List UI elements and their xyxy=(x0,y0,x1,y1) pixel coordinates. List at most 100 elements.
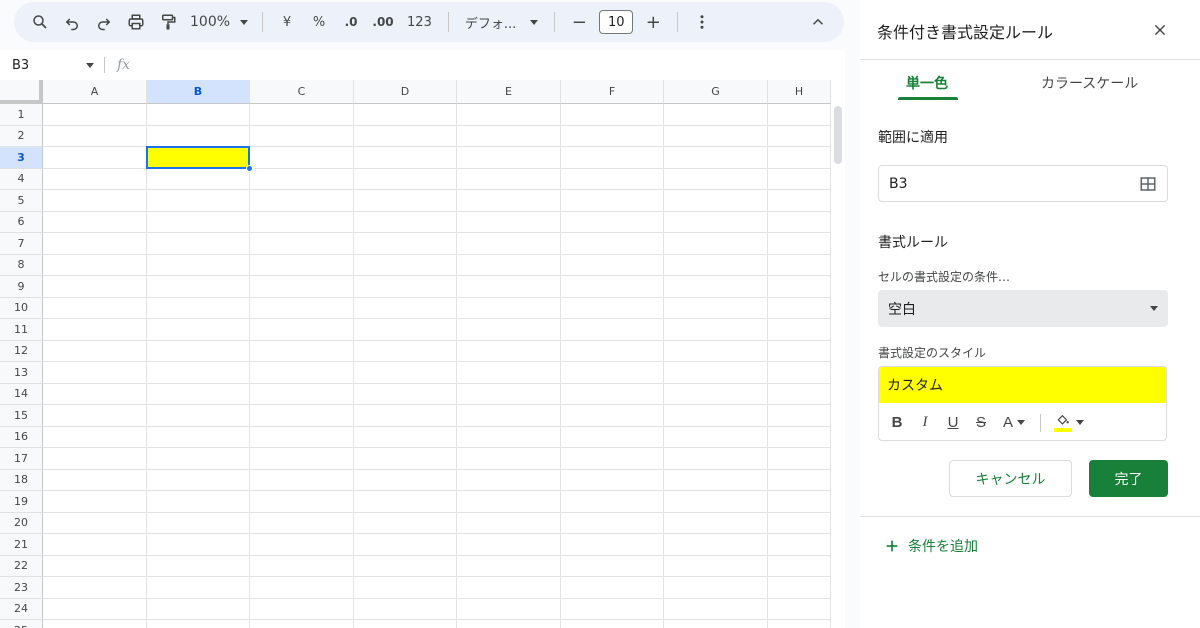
row-gridline xyxy=(43,382,831,384)
row-header-12[interactable]: 12 xyxy=(0,340,43,362)
chevron-down-icon xyxy=(240,19,249,25)
row-gridline xyxy=(43,361,831,362)
style-preview[interactable]: カスタム xyxy=(879,367,1166,403)
row-header-17[interactable]: 17 xyxy=(0,448,43,470)
text-color-button[interactable]: A xyxy=(999,411,1029,435)
row-header-11[interactable]: 11 xyxy=(0,319,43,341)
row-header-14[interactable]: 14 xyxy=(0,383,43,405)
cancel-button[interactable]: キャンセル xyxy=(949,460,1072,497)
undo-icon[interactable] xyxy=(56,6,88,38)
row-header-21[interactable]: 21 xyxy=(0,534,43,556)
row-header-9[interactable]: 9 xyxy=(0,276,43,298)
row-header-18[interactable]: 18 xyxy=(0,469,43,491)
column-gridline xyxy=(249,104,250,628)
vertical-scrollbar[interactable] xyxy=(834,106,842,164)
collapse-toolbar-icon[interactable] xyxy=(802,6,834,38)
search-icon[interactable] xyxy=(24,6,56,38)
column-header-c[interactable]: C xyxy=(250,80,354,104)
row-gridline xyxy=(43,124,831,126)
column-header-g[interactable]: G xyxy=(664,80,768,104)
spreadsheet-grid[interactable]: A B C D E F G H 1 2 3 4 5 6 7 8 9 10 11 12 13 14 15 16 17 18 19 20 2… xyxy=(0,80,845,628)
decrease-decimal-button[interactable]: .0 xyxy=(335,6,367,38)
fill-handle[interactable] xyxy=(246,164,253,172)
formula-bar: B3 fx xyxy=(0,50,845,80)
tab-single-color[interactable]: 単一色 xyxy=(906,73,948,93)
row-header-7[interactable]: 7 xyxy=(0,233,43,255)
panel-divider xyxy=(860,516,1200,517)
row-gridline xyxy=(43,296,831,298)
percent-button[interactable]: % xyxy=(303,6,335,38)
redo-icon[interactable] xyxy=(88,6,120,38)
column-gridline xyxy=(767,104,768,628)
column-header-f[interactable]: F xyxy=(561,80,664,104)
close-icon[interactable] xyxy=(1149,19,1171,41)
number-format-button[interactable]: 123 xyxy=(399,15,440,30)
condition-label: セルの書式設定の条件… xyxy=(878,270,1011,284)
done-button[interactable]: 完了 xyxy=(1089,460,1168,497)
row-gridline xyxy=(43,210,831,212)
format-style-box: カスタム B I U S A xyxy=(878,366,1167,441)
row-header-13[interactable]: 13 xyxy=(0,362,43,384)
add-rule-button[interactable]: 条件を追加 xyxy=(884,536,978,556)
row-header-16[interactable]: 16 xyxy=(0,426,43,448)
column-header-a[interactable]: A xyxy=(43,80,147,104)
chevron-down-icon xyxy=(1017,420,1025,425)
bold-button[interactable]: B xyxy=(887,411,907,435)
formula-bar-divider xyxy=(104,57,105,73)
column-header-e[interactable]: E xyxy=(457,80,561,104)
row-header-23[interactable]: 23 xyxy=(0,577,43,599)
font-size-decrease-button[interactable]: − xyxy=(563,6,595,38)
row-header-15[interactable]: 15 xyxy=(0,405,43,427)
column-header-h[interactable]: H xyxy=(768,80,831,104)
active-tab-indicator xyxy=(898,97,958,100)
font-select[interactable]: デフォ... xyxy=(457,13,546,32)
font-size-input[interactable]: 10 xyxy=(599,10,634,34)
paint-format-icon[interactable] xyxy=(152,6,184,38)
row-header-24[interactable]: 24 xyxy=(0,598,43,620)
increase-decimal-button[interactable]: .00 xyxy=(367,6,399,38)
row-header-6[interactable]: 6 xyxy=(0,211,43,233)
zoom-select[interactable]: 100% xyxy=(184,14,254,30)
column-gridline xyxy=(146,104,147,628)
row-header-1[interactable]: 1 xyxy=(0,104,43,126)
selected-cell[interactable] xyxy=(146,146,250,169)
row-header-2[interactable]: 2 xyxy=(0,125,43,147)
name-box[interactable]: B3 xyxy=(0,50,104,80)
font-value: デフォ... xyxy=(464,16,517,32)
select-all-corner[interactable] xyxy=(0,80,43,104)
underline-button[interactable]: U xyxy=(943,411,963,435)
row-header-25[interactable]: 25 xyxy=(0,620,43,628)
row-header-4[interactable]: 4 xyxy=(0,168,43,190)
row-header-3[interactable]: 3 xyxy=(0,147,43,169)
row-header-20[interactable]: 20 xyxy=(0,512,43,534)
row-header-8[interactable]: 8 xyxy=(0,254,43,276)
row-gridline xyxy=(43,189,831,190)
font-size-increase-button[interactable]: + xyxy=(637,6,669,38)
row-header-5[interactable]: 5 xyxy=(0,190,43,212)
column-gridline xyxy=(830,104,831,628)
fill-color-button[interactable] xyxy=(1052,411,1086,435)
column-header-d[interactable]: D xyxy=(354,80,457,104)
currency-button[interactable]: ¥ xyxy=(271,6,303,38)
range-input[interactable]: B3 xyxy=(878,165,1168,202)
strikethrough-button[interactable]: S xyxy=(971,411,991,435)
select-range-icon[interactable] xyxy=(1139,175,1157,193)
print-icon[interactable] xyxy=(120,6,152,38)
format-style-label: 書式設定のスタイル xyxy=(878,346,987,360)
row-header-19[interactable]: 19 xyxy=(0,491,43,513)
name-box-value: B3 xyxy=(12,57,30,73)
row-gridline xyxy=(43,318,831,319)
row-gridline xyxy=(43,576,831,577)
condition-select[interactable]: 空白 xyxy=(878,290,1168,327)
column-header-b[interactable]: B xyxy=(147,80,250,104)
panel-title: 条件付き書式設定ルール xyxy=(877,23,1054,42)
tab-color-scale[interactable]: カラースケール xyxy=(1041,73,1138,93)
row-header-10[interactable]: 10 xyxy=(0,297,43,319)
row-gridline xyxy=(43,554,831,556)
zoom-value: 100% xyxy=(190,14,231,30)
style-toolbar-divider xyxy=(1040,413,1041,432)
more-vert-icon[interactable] xyxy=(686,6,718,38)
row-header-22[interactable]: 22 xyxy=(0,555,43,577)
formula-input[interactable] xyxy=(130,50,845,80)
italic-button[interactable]: I xyxy=(915,411,935,435)
